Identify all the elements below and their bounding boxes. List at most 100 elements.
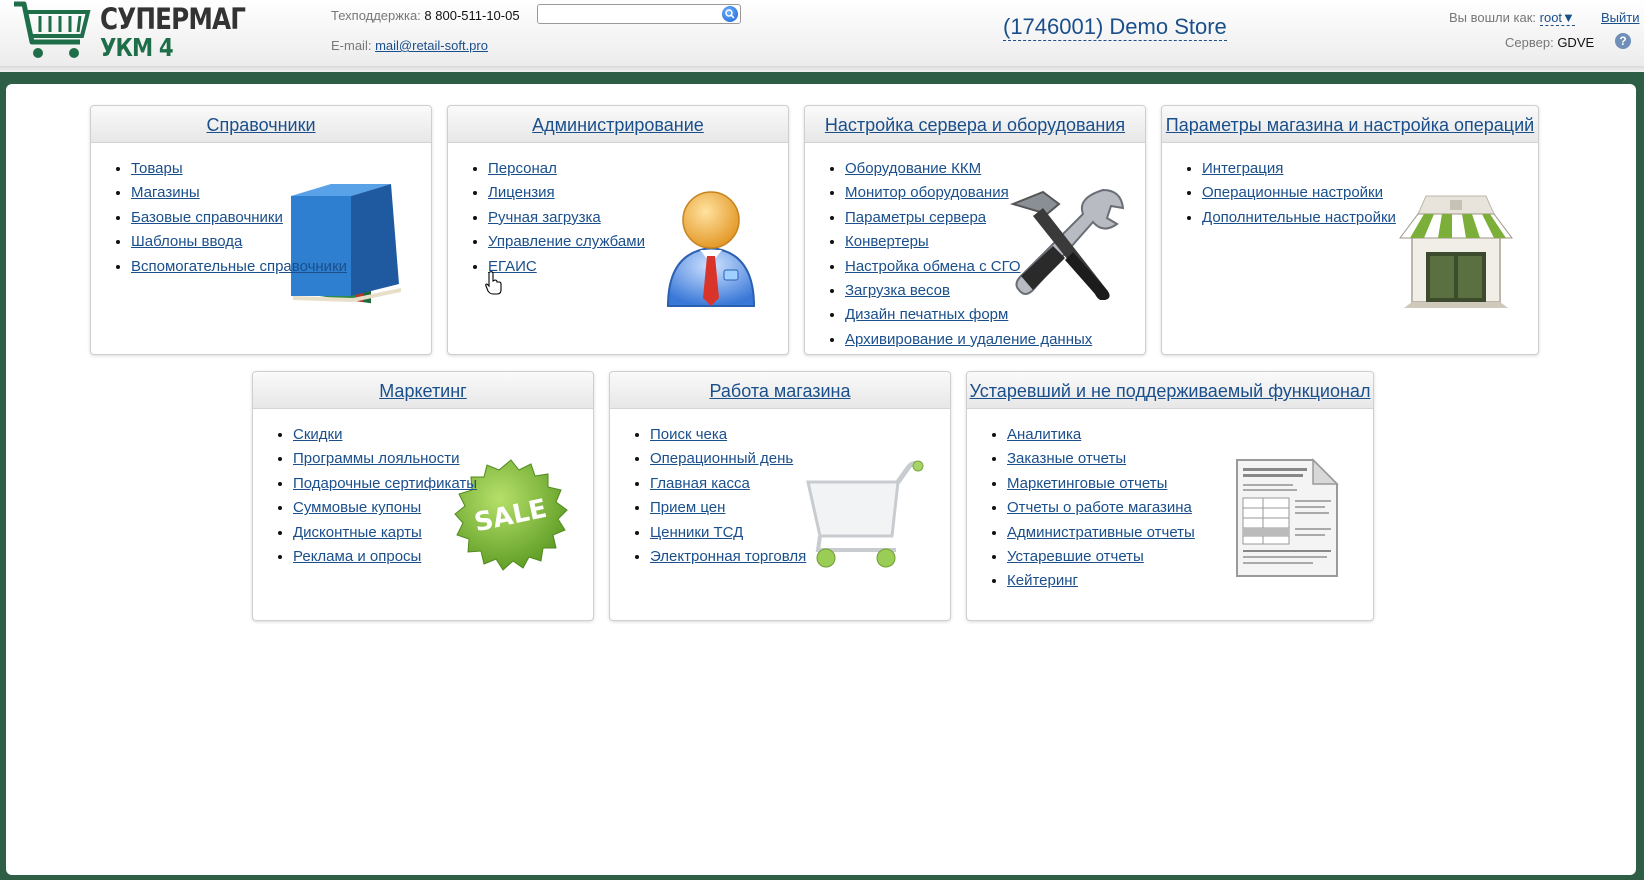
menu-link-stores[interactable]: Магазины [131, 184, 200, 201]
user-menu[interactable]: root▼ [1539, 10, 1575, 26]
menu-link-license[interactable]: Лицензия [488, 184, 555, 201]
list-item: Операционные настройки [1202, 181, 1538, 205]
main-content: Справочники Товары Магазины Базовые спра… [6, 84, 1636, 875]
panel-list: Персонал Лицензия Ручная загрузка Управл… [448, 157, 788, 279]
menu-link-base-directories[interactable]: Базовые справочники [131, 209, 283, 226]
panel-list: Интеграция Операционные настройки Дополн… [1162, 157, 1538, 230]
search-icon [725, 9, 735, 19]
panel-title-link[interactable]: Администрирование [532, 115, 704, 135]
panel-title-link[interactable]: Маркетинг [379, 381, 467, 401]
menu-link-ads-surveys[interactable]: Реклама и опросы [293, 548, 421, 565]
list-item: Вспомогательные справочники [131, 255, 431, 279]
list-item: Электронная торговля [650, 545, 950, 569]
menu-link-marketing-reports[interactable]: Маркетинговые отчеты [1007, 475, 1167, 492]
panel-deprecated: Устаревший и не поддерживаемый функциона… [966, 371, 1374, 621]
help-icon[interactable]: ? [1615, 33, 1631, 49]
user-info: Вы вошли как: root▼ [1449, 10, 1575, 26]
panel-title-link[interactable]: Параметры магазина и настройка операций [1166, 115, 1534, 135]
list-item: Суммовые купоны [293, 496, 593, 520]
cart-logo-icon [14, 1, 91, 58]
menu-link-goods[interactable]: Товары [131, 160, 183, 177]
server-label: Сервер: [1505, 35, 1554, 50]
list-item: Подарочные сертификаты [293, 472, 593, 496]
panel-header: Устаревший и не поддерживаемый функциона… [967, 372, 1373, 409]
list-item: Дизайн печатных форм [845, 303, 1145, 327]
logged-in-label: Вы вошли как: [1449, 10, 1537, 25]
panel-title-link[interactable]: Настройка сервера и оборудования [825, 115, 1125, 135]
menu-link-store-work-reports[interactable]: Отчеты о работе магазина [1007, 499, 1192, 516]
menu-link-old-reports[interactable]: Устаревшие отчеты [1007, 548, 1144, 565]
menu-link-kkm-equipment[interactable]: Оборудование ККМ [845, 160, 981, 177]
menu-link-e-commerce[interactable]: Электронная торговля [650, 548, 806, 565]
search-input[interactable] [542, 6, 718, 22]
menu-link-discount-cards[interactable]: Дисконтные карты [293, 524, 422, 541]
menu-link-loyalty[interactable]: Программы лояльности [293, 450, 460, 467]
list-item: Дополнительные настройки [1202, 206, 1538, 230]
logout-link[interactable]: Выйти [1601, 10, 1640, 25]
email-label: E-mail: [331, 38, 372, 53]
panel-title-link[interactable]: Устаревший и не поддерживаемый функциона… [970, 381, 1371, 401]
menu-link-tsd-labels[interactable]: Ценники ТСД [650, 524, 743, 541]
panel-list: Оборудование ККМ Монитор оборудования Па… [805, 157, 1145, 352]
list-item: Базовые справочники [131, 206, 431, 230]
list-item: Реклама и опросы [293, 545, 593, 569]
menu-link-server-params[interactable]: Параметры сервера [845, 209, 986, 226]
menu-link-operational-settings[interactable]: Операционные настройки [1202, 184, 1383, 201]
header-divider [0, 66, 1644, 72]
list-item: Загрузка весов [845, 279, 1145, 303]
menu-link-analytics[interactable]: Аналитика [1007, 426, 1081, 443]
search-button[interactable] [722, 6, 738, 22]
menu-link-manual-load[interactable]: Ручная загрузка [488, 209, 601, 226]
list-item: Аналитика [1007, 423, 1373, 447]
menu-link-services[interactable]: Управление службами [488, 233, 645, 250]
menu-link-sgo-exchange[interactable]: Настройка обмена с СГО [845, 258, 1021, 275]
menu-link-integration[interactable]: Интеграция [1202, 160, 1283, 177]
panel-marketing: Маркетинг SALE Скидки Программы лояльнос… [252, 371, 594, 621]
menu-link-main-cash[interactable]: Главная касса [650, 475, 750, 492]
menu-link-print-forms[interactable]: Дизайн печатных форм [845, 306, 1008, 323]
menu-link-operational-day[interactable]: Операционный день [650, 450, 793, 467]
list-item: Персонал [488, 157, 788, 181]
list-item: Поиск чека [650, 423, 950, 447]
email-info: E-mail: mail@retail-soft.pro [331, 38, 488, 53]
email-link[interactable]: mail@retail-soft.pro [375, 38, 488, 53]
menu-link-sum-coupons[interactable]: Суммовые купоны [293, 499, 421, 516]
menu-link-archiving[interactable]: Архивирование и удаление данных [845, 331, 1092, 348]
list-item: Программы лояльности [293, 447, 593, 471]
list-item: Скидки [293, 423, 593, 447]
panel-title-link[interactable]: Справочники [206, 115, 315, 135]
list-item: ЕГАИС [488, 255, 788, 279]
menu-link-admin-reports[interactable]: Административные отчеты [1007, 524, 1195, 541]
menu-link-converters[interactable]: Конвертеры [845, 233, 929, 250]
menu-link-price-receive[interactable]: Прием цен [650, 499, 725, 516]
menu-link-personnel[interactable]: Персонал [488, 160, 557, 177]
menu-link-aux-directories[interactable]: Вспомогательные справочники [131, 258, 347, 275]
panel-list: Аналитика Заказные отчеты Маркетинговые … [967, 423, 1373, 594]
list-item: Кейтеринг [1007, 569, 1373, 593]
supermag-logo[interactable]: СУПЕРМАГ УКМ 4 [10, 0, 246, 64]
menu-link-scales-load[interactable]: Загрузка весов [845, 282, 950, 299]
store-title[interactable]: (1746001) Demo Store [1003, 14, 1227, 41]
panel-title-link[interactable]: Работа магазина [709, 381, 850, 401]
list-item: Заказные отчеты [1007, 447, 1373, 471]
menu-link-additional-settings[interactable]: Дополнительные настройки [1202, 209, 1396, 226]
support-phone: 8 800-511-10-05 [424, 8, 520, 23]
menu-link-catering[interactable]: Кейтеринг [1007, 572, 1078, 589]
menu-link-input-templates[interactable]: Шаблоны ввода [131, 233, 242, 250]
server-info: Сервер: GDVE [1505, 35, 1594, 50]
panel-header: Маркетинг [253, 372, 593, 409]
menu-link-gift-certificates[interactable]: Подарочные сертификаты [293, 475, 477, 492]
list-item: Административные отчеты [1007, 521, 1373, 545]
list-item: Устаревшие отчеты [1007, 545, 1373, 569]
menu-link-equipment-monitor[interactable]: Монитор оборудования [845, 184, 1009, 201]
list-item: Магазины [131, 181, 431, 205]
list-item: Товары [131, 157, 431, 181]
list-item: Главная касса [650, 472, 950, 496]
panel-server-equipment: Настройка сервера и оборудования Оборудо… [804, 105, 1146, 355]
menu-link-receipt-search[interactable]: Поиск чека [650, 426, 727, 443]
panel-directories: Справочники Товары Магазины Базовые спра… [90, 105, 432, 355]
menu-link-custom-reports[interactable]: Заказные отчеты [1007, 450, 1126, 467]
panel-administration: Администрирование Персонал Лицензия Ручн… [447, 105, 789, 355]
menu-link-discounts[interactable]: Скидки [293, 426, 342, 443]
list-item: Архивирование и удаление данных [845, 328, 1145, 352]
